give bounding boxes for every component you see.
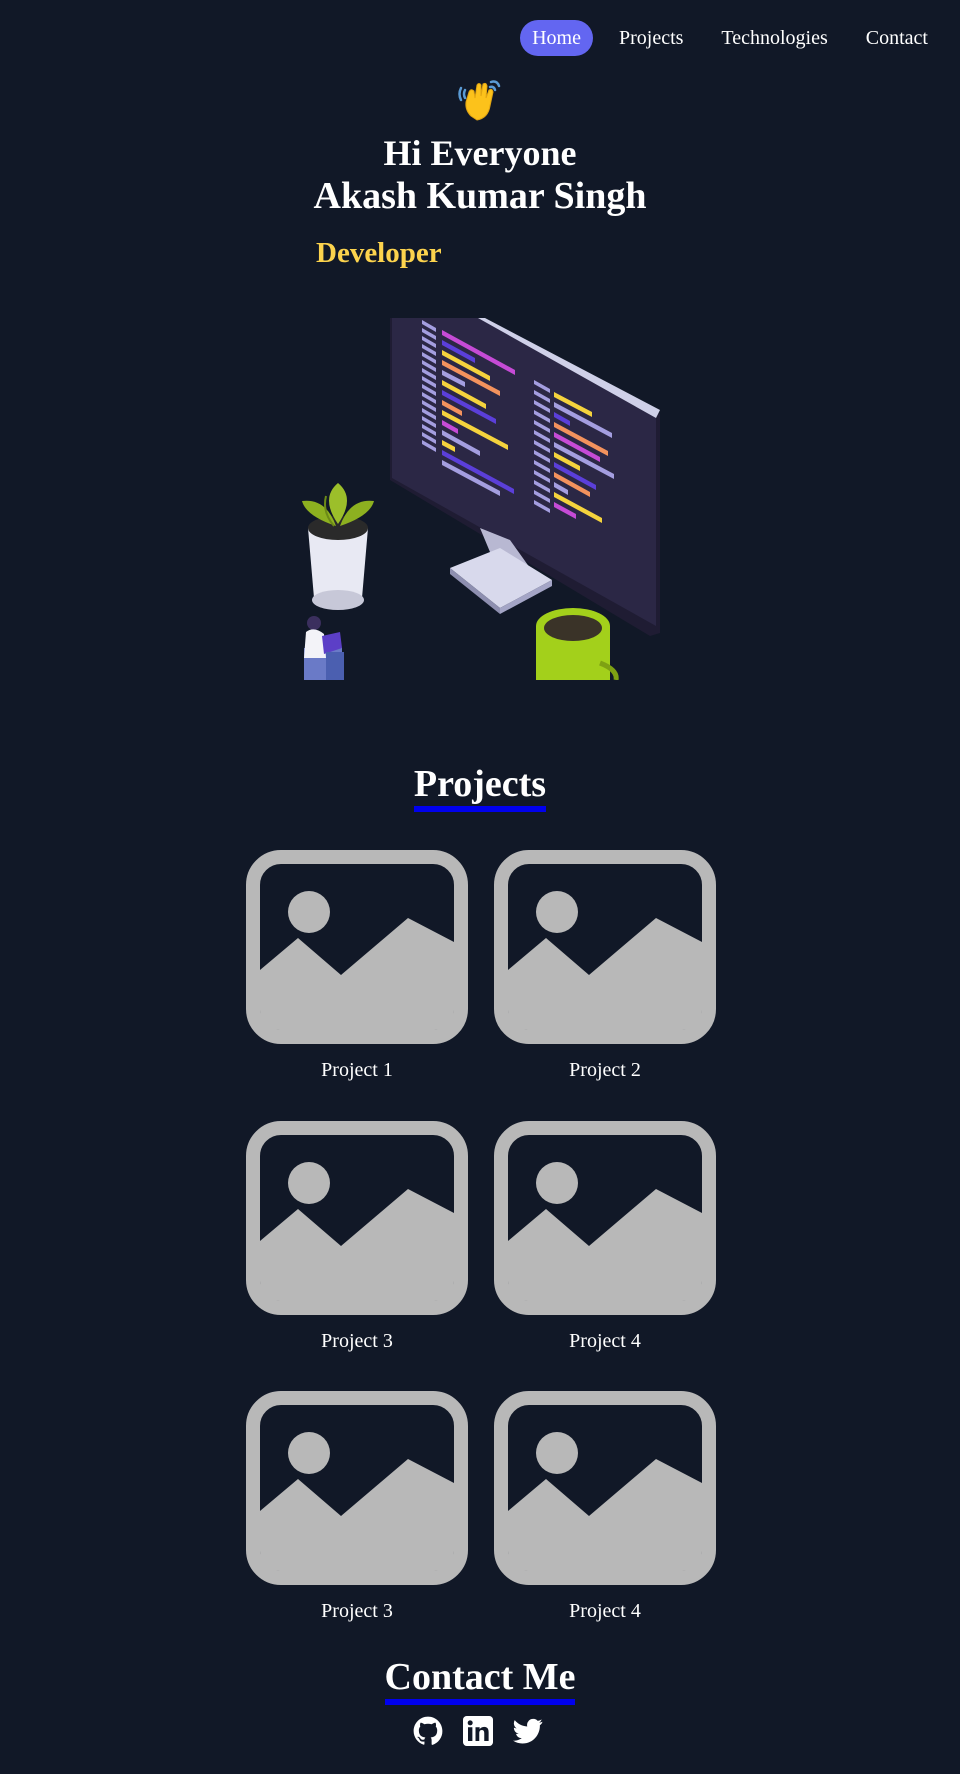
social-links — [413, 1716, 563, 1746]
image-placeholder-icon — [494, 1391, 716, 1585]
contact-heading: Contact Me — [384, 1655, 576, 1705]
hero-name: Akash Kumar Singh — [313, 175, 647, 217]
top-nav: Home Projects Technologies Contact — [506, 20, 940, 56]
project-label: Project 2 — [569, 1059, 641, 1081]
nav-technologies[interactable]: Technologies — [709, 20, 839, 56]
project-label: Project 1 — [321, 1059, 393, 1081]
project-card[interactable]: Project 4 — [494, 1391, 716, 1623]
project-label: Project 4 — [569, 1330, 641, 1352]
project-card[interactable]: Project 3 — [246, 1121, 468, 1353]
image-placeholder-icon — [246, 1121, 468, 1315]
project-label: Project 4 — [569, 1600, 641, 1622]
waving-hand-icon — [458, 80, 501, 121]
nav-contact[interactable]: Contact — [854, 20, 940, 56]
nav-projects[interactable]: Projects — [607, 20, 695, 56]
role-text: Developer — [316, 237, 442, 269]
twitter-icon[interactable] — [513, 1716, 543, 1746]
github-icon[interactable] — [413, 1716, 443, 1746]
project-card[interactable]: Project 2 — [494, 850, 716, 1082]
image-placeholder-icon — [246, 1391, 468, 1585]
nav-home[interactable]: Home — [520, 20, 593, 56]
greeting-text: Hi Everyone — [383, 133, 577, 173]
developer-workspace-illustration — [302, 318, 660, 680]
linkedin-icon[interactable] — [463, 1716, 493, 1746]
projects-heading: Projects — [413, 762, 547, 812]
project-card[interactable]: Project 1 — [246, 850, 468, 1082]
project-card[interactable]: Project 3 — [246, 1391, 468, 1623]
image-placeholder-icon — [494, 1121, 716, 1315]
project-label: Project 3 — [321, 1600, 393, 1622]
image-placeholder-icon — [494, 850, 716, 1044]
image-placeholder-icon — [246, 850, 468, 1044]
project-card[interactable]: Project 4 — [494, 1121, 716, 1353]
project-label: Project 3 — [321, 1330, 393, 1352]
